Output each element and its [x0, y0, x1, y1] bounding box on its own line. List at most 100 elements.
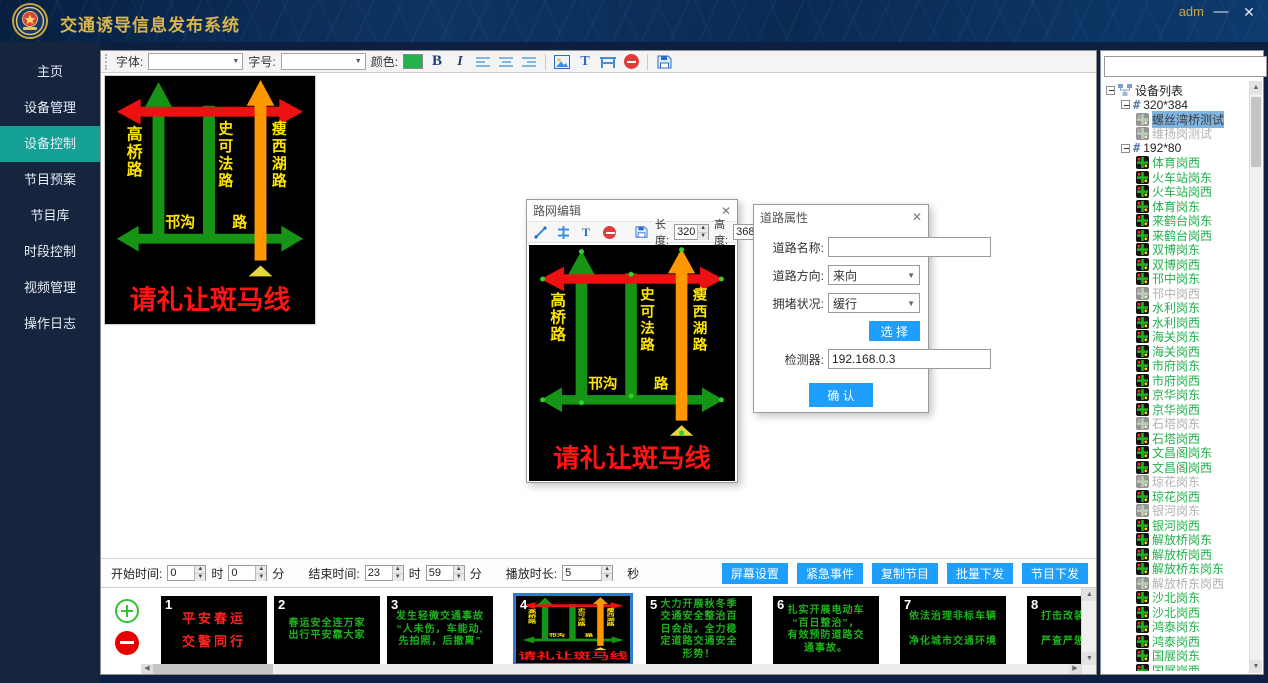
program-thumbnail-2[interactable]: 春运安全连万家出行平安靠大家2	[274, 596, 380, 664]
svg-text:可: 可	[578, 612, 587, 617]
duration-stepper[interactable]: 5▲▼	[562, 565, 613, 581]
program-thumbnail-3[interactable]: 发生轻微交通事故“人未伤，车能动,先拍照，后撤离”3	[387, 596, 493, 664]
program-text: 大力开展秋冬季交通安全整治百日会战，全力稳定道路交通安全形势！	[646, 596, 752, 664]
tree-root-device-list[interactable]: 设备列表	[1103, 83, 1251, 98]
light-icon-wrap	[1136, 403, 1149, 416]
toolbar-grip	[105, 54, 109, 70]
editor-canvas[interactable]: 高桥路史可法路瘦西湖路邗沟路请礼让斑马线 路网编辑 ✕ T 长	[101, 73, 1096, 558]
program-number: 6	[777, 597, 784, 612]
traffic-signal-icon	[1136, 475, 1149, 488]
add-road-icon[interactable]	[554, 223, 572, 241]
sidebar-item-1[interactable]: 主页	[0, 54, 100, 90]
congestion-select[interactable]: 缓行▼	[828, 293, 920, 313]
action-button-2[interactable]: 紧急事件	[797, 563, 863, 584]
road-direction-select[interactable]: 来向▼	[828, 265, 920, 285]
sidebar-item-2[interactable]: 设备管理	[0, 90, 100, 126]
bold-button[interactable]: B	[428, 53, 446, 71]
scroll-down-icon[interactable]: ▼	[1082, 652, 1096, 665]
group-icon-wrap: #	[1133, 98, 1140, 112]
device-search-input[interactable]	[1104, 56, 1267, 77]
light-icon-wrap	[1136, 606, 1149, 619]
scroll-left-icon[interactable]: ◀	[141, 664, 153, 674]
traffic-signal-icon	[1136, 635, 1149, 648]
font-size-select[interactable]: ▼	[281, 53, 366, 70]
light-icon-wrap	[1136, 562, 1149, 575]
sidebar-item-5[interactable]: 节目库	[0, 198, 100, 234]
program-thumbnail-5[interactable]: 大力开展秋冬季交通安全整治百日会战，全力稳定道路交通安全形势！5	[646, 596, 752, 664]
tree-device-item[interactable]: 维扬岗测试	[1103, 127, 1251, 142]
horizontal-scrollbar[interactable]: ◀ ▶	[141, 664, 1081, 674]
tree-device-item[interactable]: 国展岗西	[1103, 663, 1251, 671]
delete-icon[interactable]	[622, 53, 640, 71]
insert-image-icon[interactable]	[553, 53, 571, 71]
close-icon[interactable]: ✕	[1238, 2, 1260, 22]
road-network-edit-canvas[interactable]: 高桥路史可法路瘦西湖路邗沟路请礼让斑马线	[529, 245, 735, 481]
detector-field[interactable]	[828, 349, 991, 369]
light-icon-wrap	[1136, 301, 1149, 314]
road-network-graphic: 高桥路史可法路瘦西湖路邗沟路请礼让斑马线	[529, 245, 735, 481]
color-swatch[interactable]	[403, 54, 423, 69]
action-button-3[interactable]: 复制节目	[872, 563, 938, 584]
svg-text:邗沟: 邗沟	[588, 375, 617, 393]
vertical-scrollbar[interactable]: ▲ ▼	[1081, 588, 1096, 674]
traffic-signal-icon	[1136, 287, 1149, 300]
draw-line-icon[interactable]	[531, 223, 549, 241]
light-icon-wrap	[1136, 649, 1149, 662]
light-icon-wrap	[1136, 171, 1149, 184]
program-thumbnail-1[interactable]: 平安春运交警同行1	[161, 596, 267, 664]
traffic-signal-icon	[1136, 330, 1149, 343]
svg-text:路: 路	[640, 336, 655, 354]
insert-text-icon[interactable]: T	[577, 223, 595, 241]
traffic-signal-icon	[1136, 258, 1149, 271]
light-icon-wrap	[1136, 287, 1149, 300]
end-hour-stepper[interactable]: 23▲▼	[365, 565, 404, 581]
align-center-button[interactable]	[497, 53, 515, 71]
align-left-button[interactable]	[474, 53, 492, 71]
collapse-toggle-icon[interactable]	[1121, 144, 1130, 153]
close-icon[interactable]: ✕	[912, 210, 922, 224]
scrollbar-thumb[interactable]	[1251, 97, 1261, 167]
scroll-down-icon[interactable]: ▼	[1250, 660, 1262, 673]
sidebar-item-3[interactable]: 设备控制	[0, 126, 100, 162]
action-button-5[interactable]: 节目下发	[1022, 563, 1088, 584]
sidebar-item-4[interactable]: 节目预案	[0, 162, 100, 198]
logged-in-user[interactable]: adm	[1179, 4, 1204, 19]
confirm-button[interactable]: 确 认	[809, 383, 872, 407]
save-icon[interactable]	[655, 53, 673, 71]
font-label: 字体:	[116, 53, 143, 70]
tree-scrollbar[interactable]: ▲ ▼	[1249, 81, 1262, 673]
length-stepper[interactable]: 320 ▲▼	[674, 224, 709, 240]
insert-text-icon[interactable]: T	[576, 53, 594, 71]
select-button[interactable]: 选 择	[869, 321, 920, 341]
font-family-select[interactable]: ▼	[148, 53, 243, 70]
add-program-button[interactable]	[115, 599, 139, 623]
end-minute-stepper[interactable]: 59▲▼	[426, 565, 465, 581]
scroll-right-icon[interactable]: ▶	[1069, 664, 1081, 674]
minimize-icon[interactable]: —	[1210, 2, 1232, 22]
road-network-icon[interactable]	[599, 53, 617, 71]
program-thumbnail-7[interactable]: 依法治理非标车辆 净化城市交通环境7	[900, 596, 1006, 664]
scroll-up-icon[interactable]: ▲	[1082, 588, 1096, 601]
program-thumbnail-4[interactable]: 高桥路史可法路瘦西湖路邗沟路请礼让斑马线4	[513, 593, 633, 666]
scrollbar-thumb[interactable]	[153, 664, 273, 674]
display-preview[interactable]: 高桥路史可法路瘦西湖路邗沟路请礼让斑马线	[104, 75, 316, 325]
action-button-1[interactable]: 屏幕设置	[722, 563, 788, 584]
align-right-button[interactable]	[520, 53, 538, 71]
svg-text:史: 史	[640, 286, 655, 304]
traffic-signal-icon	[1136, 214, 1149, 227]
start-minute-stepper[interactable]: 0▲▼	[228, 565, 267, 581]
sidebar-item-8[interactable]: 操作日志	[0, 306, 100, 342]
action-button-4[interactable]: 批量下发	[947, 563, 1013, 584]
collapse-toggle-icon[interactable]	[1106, 86, 1115, 95]
road-name-field[interactable]	[828, 237, 991, 257]
program-thumbnail-6[interactable]: 扎实开展电动车“百日整治”，有效预防道路交通事故。6	[773, 596, 879, 664]
save-icon[interactable]	[632, 223, 650, 241]
collapse-toggle-icon[interactable]	[1121, 100, 1130, 109]
sidebar-item-7[interactable]: 视频管理	[0, 270, 100, 306]
italic-button[interactable]: I	[451, 53, 469, 71]
sidebar-item-6[interactable]: 时段控制	[0, 234, 100, 270]
delete-icon[interactable]	[600, 223, 618, 241]
scroll-up-icon[interactable]: ▲	[1250, 81, 1262, 94]
remove-program-button[interactable]	[115, 631, 139, 655]
start-hour-stepper[interactable]: 0▲▼	[167, 565, 206, 581]
